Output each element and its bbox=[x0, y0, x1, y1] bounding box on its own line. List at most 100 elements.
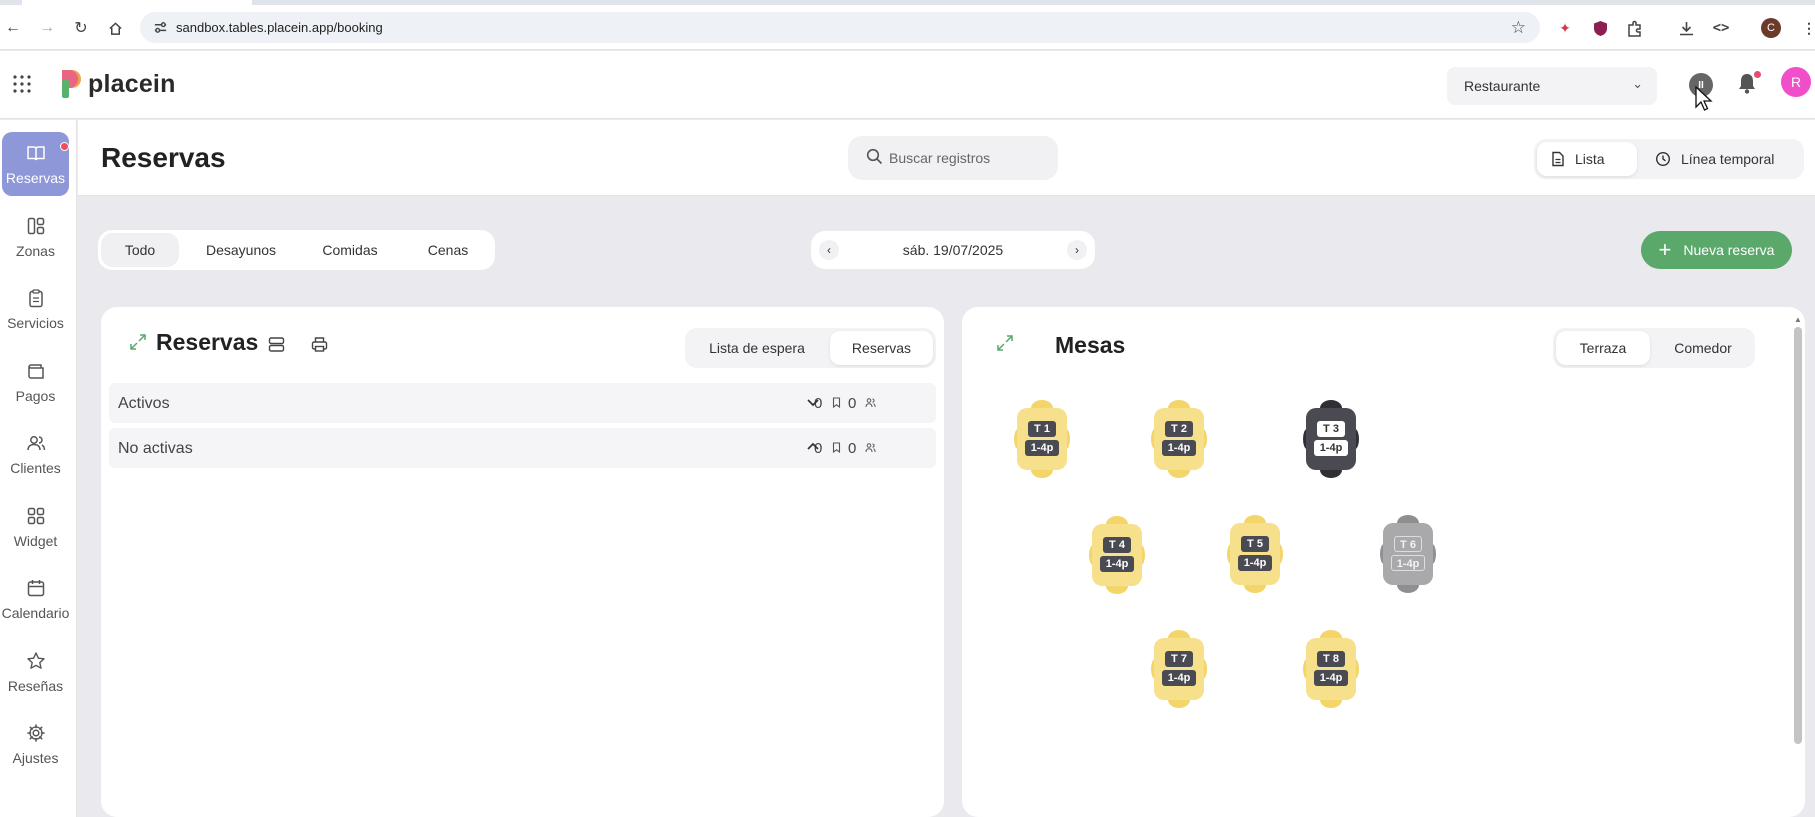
app-launcher-icon[interactable] bbox=[11, 73, 33, 95]
address-bar[interactable]: sandbox.tables.placein.app/booking ☆ bbox=[140, 12, 1540, 43]
profile-initial: C bbox=[1761, 18, 1781, 38]
table-5[interactable]: T 5 1-4p bbox=[1227, 514, 1283, 594]
print-icon[interactable] bbox=[311, 336, 328, 353]
bookmark-star-icon[interactable]: ☆ bbox=[1511, 18, 1526, 38]
prev-day-button[interactable]: ‹ bbox=[819, 240, 839, 260]
table-name: T 8 bbox=[1317, 651, 1345, 667]
tables-panel-title: Mesas bbox=[1055, 332, 1126, 358]
sidebar-item-reservas[interactable]: Reservas bbox=[2, 132, 69, 196]
tab-waitlist[interactable]: Lista de espera bbox=[688, 331, 826, 365]
people-icon bbox=[865, 443, 876, 453]
app-header: placein Restaurante ⌄ II R bbox=[0, 51, 1815, 119]
tab-comedor[interactable]: Comedor bbox=[1654, 331, 1752, 365]
filter-todo[interactable]: Todo bbox=[101, 233, 179, 267]
table-name: T 3 bbox=[1317, 421, 1345, 437]
page-title: Reservas bbox=[101, 142, 226, 173]
table-1[interactable]: T 1 1-4p bbox=[1014, 399, 1070, 479]
sidebar-item-label: Reservas bbox=[5, 169, 66, 186]
restaurant-select[interactable]: Restaurante ⌄ bbox=[1447, 67, 1657, 105]
notification-dot bbox=[60, 142, 69, 151]
group-no-activas[interactable]: No activas 0 0 bbox=[109, 428, 936, 468]
book-open-icon bbox=[26, 145, 45, 160]
next-day-button[interactable]: › bbox=[1067, 240, 1087, 260]
table-shape bbox=[1014, 400, 1070, 478]
table-7[interactable]: T 7 1-4p bbox=[1151, 629, 1207, 709]
reservations-tabs: Lista de espera Reservas bbox=[685, 328, 936, 368]
filter-cenas[interactable]: Cenas bbox=[403, 233, 493, 267]
chevron-down-icon[interactable] bbox=[805, 394, 821, 410]
sidebar-item-label: Ajustes bbox=[12, 749, 59, 766]
new-reservation-button[interactable]: + Nueva reserva bbox=[1641, 231, 1792, 269]
sidebar-item-label: Calendario bbox=[1, 604, 70, 621]
home-icon[interactable] bbox=[104, 17, 126, 39]
expand-icon[interactable] bbox=[996, 334, 1014, 352]
sidebar-item-servicios[interactable]: Servicios bbox=[2, 277, 69, 341]
table-capacity: 1-4p bbox=[1314, 670, 1348, 686]
tables-panel: Mesas Terraza Comedor T 1 1-4p T 2 1-4p T 3 1… bbox=[962, 307, 1805, 817]
table-capacity: 1-4p bbox=[1391, 555, 1425, 571]
sidebar-item-clientes[interactable]: Clientes bbox=[2, 422, 69, 486]
site-settings-icon[interactable] bbox=[153, 20, 168, 35]
browser-toolbar: ← → ↻ sandbox.tables.placein.app/booking… bbox=[0, 5, 1815, 50]
view-list-button[interactable]: Lista bbox=[1537, 142, 1637, 176]
scrollbar[interactable] bbox=[1794, 327, 1802, 744]
sidebar-item-ajustes[interactable]: Ajustes bbox=[2, 712, 69, 776]
table-shape bbox=[1303, 630, 1359, 708]
table-2[interactable]: T 2 1-4p bbox=[1151, 399, 1207, 479]
page-title-bar: Reservas Buscar registros Lista Línea te… bbox=[78, 120, 1815, 196]
tab-terraza[interactable]: Terraza bbox=[1556, 331, 1650, 365]
reload-icon[interactable]: ↻ bbox=[70, 17, 92, 39]
table-4[interactable]: T 4 1-4p bbox=[1089, 515, 1145, 595]
back-icon[interactable]: ← bbox=[2, 17, 24, 39]
reservations-panel-title: Reservas bbox=[156, 329, 259, 355]
mouse-cursor-icon bbox=[1695, 86, 1713, 111]
users-icon bbox=[26, 435, 45, 450]
search-input[interactable]: Buscar registros bbox=[848, 136, 1058, 180]
expand-icon[interactable] bbox=[129, 333, 147, 351]
profile-avatar[interactable]: C bbox=[1760, 17, 1782, 39]
filter-desayunos[interactable]: Desayunos bbox=[186, 233, 296, 267]
people-count: 0 bbox=[848, 395, 857, 412]
star-icon bbox=[26, 651, 45, 669]
extension-bird-icon[interactable]: ✦ bbox=[1554, 17, 1576, 39]
table-6[interactable]: T 6 1-4p bbox=[1380, 514, 1436, 594]
table-8[interactable]: T 8 1-4p bbox=[1303, 629, 1359, 709]
date-navigator: sáb. 19/07/2025 ‹ › bbox=[811, 231, 1095, 269]
sidebar-item-widget[interactable]: Widget bbox=[2, 495, 69, 559]
filter-comidas[interactable]: Comidas bbox=[301, 233, 399, 267]
compact-view-icon[interactable] bbox=[268, 336, 285, 353]
clipboard-icon bbox=[28, 288, 43, 307]
chevron-up-icon[interactable] bbox=[805, 439, 821, 455]
view-timeline-label: Línea temporal bbox=[1681, 151, 1775, 167]
reservations-panel: Reservas Lista de espera Reservas Activo… bbox=[101, 307, 944, 817]
download-icon[interactable] bbox=[1675, 17, 1697, 39]
browser-menu-icon[interactable]: ⋮ bbox=[1798, 17, 1815, 39]
extensions-puzzle-icon[interactable] bbox=[1624, 17, 1646, 39]
extension-shield-icon[interactable] bbox=[1589, 17, 1611, 39]
sidebar: Reservas Zonas Servicios Pagos Clientes … bbox=[0, 120, 77, 817]
sidebar-item-calendario[interactable]: Calendario bbox=[2, 567, 69, 631]
group-label: Activos bbox=[118, 395, 170, 412]
forward-icon[interactable]: → bbox=[36, 17, 58, 39]
table-capacity: 1-4p bbox=[1100, 556, 1134, 572]
gear-icon bbox=[26, 723, 45, 742]
table-name: T 4 bbox=[1103, 537, 1131, 553]
table-shape bbox=[1151, 630, 1207, 708]
tab-reservations[interactable]: Reservas bbox=[830, 331, 933, 365]
user-avatar[interactable]: R bbox=[1781, 67, 1811, 97]
search-icon bbox=[866, 148, 883, 165]
devtools-code-icon[interactable]: <> bbox=[1710, 17, 1732, 39]
sidebar-item-pagos[interactable]: Pagos bbox=[2, 350, 69, 414]
scroll-up-icon[interactable]: ▲ bbox=[1794, 315, 1802, 324]
placein-logo[interactable]: placein bbox=[60, 68, 176, 100]
view-timeline-button[interactable]: Línea temporal bbox=[1641, 142, 1801, 176]
group-activos[interactable]: Activos 0 0 bbox=[109, 383, 936, 423]
table-capacity: 1-4p bbox=[1238, 555, 1272, 571]
sidebar-item-zonas[interactable]: Zonas bbox=[2, 205, 69, 269]
zone-tabs: Terraza Comedor bbox=[1553, 328, 1755, 368]
sidebar-item-label: Clientes bbox=[10, 459, 61, 476]
current-date[interactable]: sáb. 19/07/2025 bbox=[811, 242, 1095, 258]
people-icon bbox=[865, 398, 876, 408]
table-3[interactable]: T 3 1-4p bbox=[1303, 399, 1359, 479]
sidebar-item-resenas[interactable]: Reseñas bbox=[2, 640, 69, 704]
